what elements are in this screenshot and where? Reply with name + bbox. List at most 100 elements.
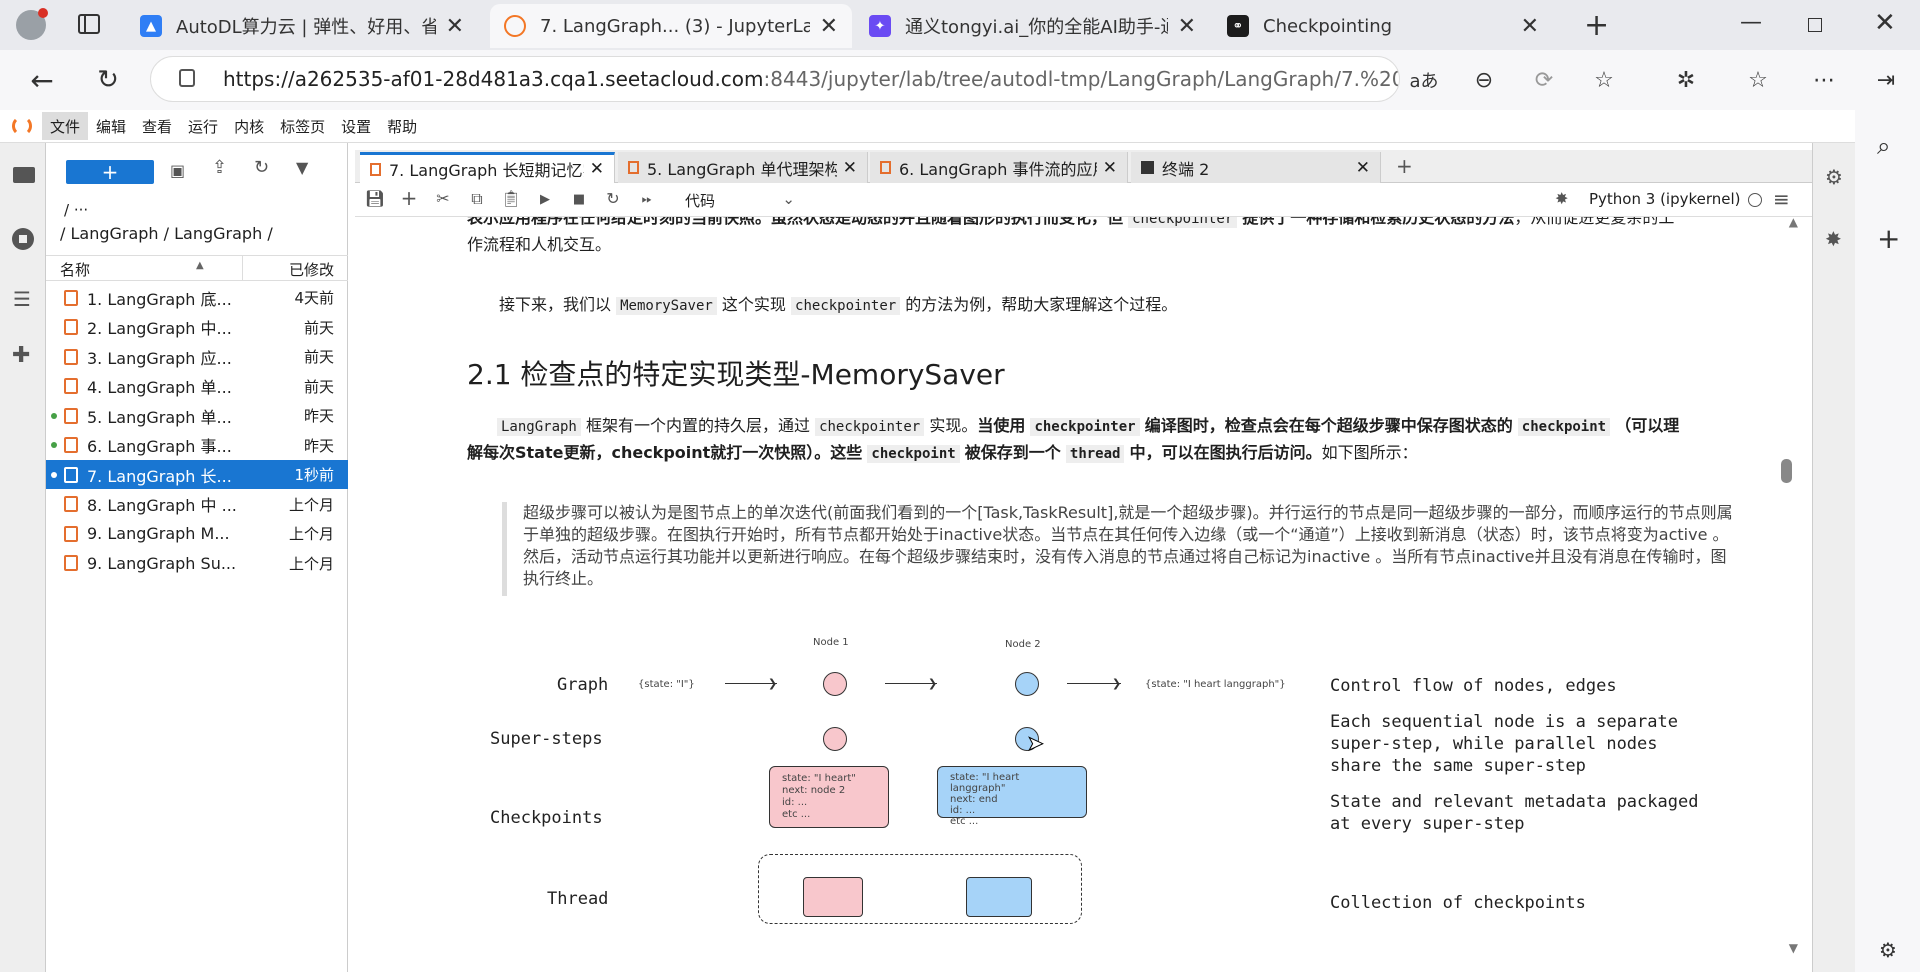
doc-tab[interactable]: 终端 2 ✕ (1131, 152, 1381, 183)
browser-tab-tongyi[interactable]: ✦ 通义tongyi.ai_你的全能AI助手-通义 ✕ (855, 4, 1210, 48)
file-modified: 1秒前 (294, 466, 334, 484)
close-icon[interactable]: ✕ (1350, 158, 1370, 178)
menu-tabs[interactable]: 标签页 (272, 112, 333, 140)
notebook-icon (628, 161, 639, 174)
doc-tab[interactable]: 5. LangGraph 单代理架构应 ✕ (618, 152, 868, 183)
add-icon[interactable]: + (1877, 222, 1900, 255)
file-list-item[interactable]: 8. LangGraph 中 ... 上个月 (46, 490, 348, 519)
file-list-item[interactable]: 5. LangGraph 单... 昨天 (46, 401, 348, 430)
refresh-icon[interactable]: ↻ (88, 60, 128, 100)
file-list-item[interactable]: 6. LangGraph 事... 昨天 (46, 431, 348, 460)
close-icon[interactable]: ✕ (837, 158, 857, 178)
minimize-icon[interactable]: — (1740, 10, 1762, 35)
search-icon[interactable]: ⌕ (1877, 132, 1890, 160)
upload-icon[interactable]: ⇪ (212, 157, 227, 178)
reader-mode-icon[interactable]: aあ (1404, 60, 1444, 100)
thread-checkpoint-2 (966, 877, 1032, 917)
favorites-icon[interactable]: ☆ (1738, 60, 1778, 100)
menu-file[interactable]: 文件 (42, 112, 89, 140)
kernel-name[interactable]: Python 3 (ipykernel) (1589, 190, 1741, 208)
close-icon[interactable]: ✕ (584, 159, 604, 179)
close-window-icon[interactable]: ✕ (1874, 8, 1896, 38)
file-list-item[interactable]: 4. LangGraph 单... 前天 (46, 372, 348, 401)
section-heading: 2.1 检查点的特定实现类型-MemorySaver (467, 358, 1005, 391)
scrollbar-thumb[interactable] (1781, 459, 1792, 483)
menu-run[interactable]: 运行 (180, 112, 226, 140)
close-icon[interactable]: ✕ (1521, 14, 1539, 39)
new-tab-icon[interactable]: + (1396, 154, 1413, 178)
browser-tab-checkpointing[interactable]: ⚭ Checkpointing ✕ (1213, 4, 1553, 48)
stop-icon[interactable]: ■ (567, 192, 591, 207)
close-icon[interactable]: ✕ (1097, 158, 1117, 178)
file-list-item[interactable]: 9. LangGraph M... 上个月 (46, 519, 348, 548)
path-root[interactable]: / ··· (64, 201, 88, 219)
settings-gear-icon[interactable]: ⚙ (1879, 938, 1897, 962)
state-start-label: {state: "I"} (638, 679, 695, 690)
toc-icon[interactable]: ☰ (13, 287, 31, 311)
notebook-icon (64, 525, 78, 542)
extension-puzzle-icon[interactable]: ✚ (12, 343, 30, 368)
browser-tab-autodl[interactable]: ▲ AutoDL算力云 | 弹性、好用、省钱 ✕ (126, 4, 478, 48)
menu-icon[interactable]: ≡ (1773, 187, 1790, 211)
menu-kernel[interactable]: 内核 (226, 112, 272, 140)
back-icon[interactable]: ← (22, 60, 62, 100)
close-icon[interactable]: ✕ (1178, 14, 1196, 39)
desc-checkpoints: State and relevant metadata packaged at … (1330, 792, 1699, 834)
zoom-out-icon[interactable]: ⊖ (1464, 60, 1504, 100)
menu-view[interactable]: 查看 (134, 112, 180, 140)
debugger-icon[interactable]: ✸ (1555, 189, 1568, 208)
url-bar[interactable]: https://a262535-af01-28d481a3.cqa1.seeta… (150, 56, 1400, 102)
profile-avatar-icon[interactable] (16, 8, 48, 40)
insert-cell-icon[interactable]: + (397, 186, 421, 210)
name-column-header[interactable]: 名称 (60, 259, 90, 280)
sidebar-toggle-icon[interactable]: ⇥ (1866, 60, 1906, 100)
running-icon[interactable] (12, 228, 34, 250)
more-menu-icon[interactable]: ⋯ (1804, 60, 1844, 100)
tab-actions-icon[interactable] (78, 14, 100, 34)
paste-icon[interactable]: 📋︎ (499, 189, 523, 208)
copy-icon[interactable]: ⧉ (465, 189, 489, 209)
refresh-files-icon[interactable]: ↻ (254, 157, 269, 178)
browser-tab-jupyterlab[interactable]: 7. LangGraph... (3) - JupyterLab ✕ (490, 4, 852, 48)
scroll-down-icon[interactable]: ▼ (1789, 941, 1798, 955)
close-icon[interactable]: ✕ (820, 14, 838, 39)
notebook-icon (64, 289, 78, 306)
doc-tab[interactable]: 7. LangGraph 长短期记忆实 ✕ (360, 152, 615, 183)
notebook-icon (64, 348, 78, 365)
file-list-item[interactable]: 2. LangGraph 中... 前天 (46, 313, 348, 342)
desc-supersteps: Each sequential node is a separate super… (1330, 712, 1678, 776)
modified-column-header[interactable]: 已修改 (289, 259, 334, 280)
filter-icon[interactable]: ▼ (296, 158, 308, 177)
menu-edit[interactable]: 编辑 (88, 112, 134, 140)
breadcrumb[interactable]: / LangGraph / LangGraph / (60, 224, 273, 243)
terminal-icon (1141, 161, 1154, 174)
file-name: 7. LangGraph 长... (87, 466, 232, 486)
file-list-item[interactable]: 9. LangGraph Su... 上个月 (46, 549, 348, 578)
file-list-item[interactable]: 1. LangGraph 底... 4天前 (46, 283, 348, 312)
run-all-icon[interactable]: ⏩︎ (635, 192, 659, 207)
extensions-icon[interactable]: ✲ (1666, 60, 1706, 100)
new-tab-icon[interactable]: + (1584, 8, 1609, 43)
notebook-icon (64, 378, 78, 394)
doc-tab[interactable]: 6. LangGraph 事件流的应用 ✕ (870, 152, 1128, 183)
folder-icon[interactable] (13, 167, 35, 183)
save-icon[interactable]: 💾︎ (363, 189, 387, 208)
new-launcher-button[interactable]: + (66, 160, 154, 184)
favorite-star-icon[interactable]: ☆ (1584, 60, 1624, 100)
file-list-item[interactable]: 7. LangGraph 长... 1秒前 (46, 460, 348, 489)
scroll-up-icon[interactable]: ▲ (1789, 217, 1798, 229)
property-inspector-icon[interactable]: ⚙ (1825, 165, 1843, 189)
debugger-bug-icon[interactable]: ✸ (1825, 227, 1842, 251)
new-folder-icon[interactable]: ▣ (170, 161, 185, 180)
restart-icon[interactable]: ↻ (601, 189, 625, 208)
file-list-item[interactable]: 3. LangGraph 应... 前天 (46, 342, 348, 371)
cell-type-select[interactable]: 代码 ⌄ (685, 190, 795, 211)
run-icon[interactable]: ▶ (533, 192, 557, 207)
sync-icon[interactable]: ⟳ (1524, 60, 1564, 100)
menu-settings[interactable]: 设置 (333, 112, 379, 140)
menu-help[interactable]: 帮助 (379, 112, 425, 140)
close-icon[interactable]: ✕ (446, 14, 464, 39)
url-host: https://a262535-af01-28d481a3.cqa1.seeta… (223, 67, 764, 91)
cut-icon[interactable]: ✂ (431, 189, 455, 208)
restore-icon[interactable] (1808, 18, 1822, 32)
